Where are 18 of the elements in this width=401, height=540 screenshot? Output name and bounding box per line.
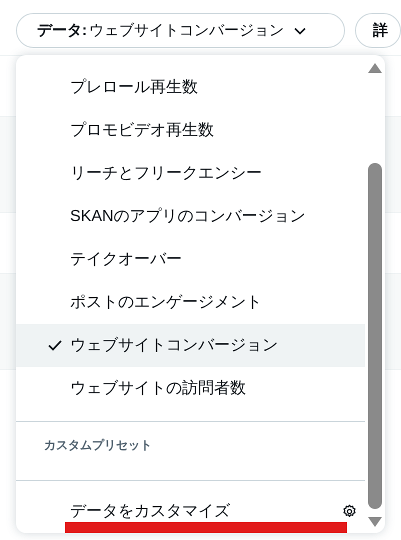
menu-item[interactable]: ウェブサイトコンバージョン <box>16 324 365 367</box>
menu-item[interactable]: プレロール再生数 <box>16 66 365 109</box>
customize-data-item[interactable]: データをカスタマイズ <box>16 501 365 522</box>
scroll-down-icon[interactable] <box>368 517 382 527</box>
checkmark-icon <box>48 340 62 351</box>
settings-icon <box>342 504 357 519</box>
data-dropdown-button[interactable]: データ:ウェブサイトコンバージョン <box>16 13 345 48</box>
details-button[interactable]: 詳 <box>355 13 401 48</box>
menu-item[interactable]: ポストのエンゲージメント <box>16 281 365 324</box>
scrollbar-thumb[interactable] <box>368 163 382 509</box>
menu-item[interactable]: プロモビデオ再生数 <box>16 109 365 152</box>
section-header: カスタムプリセット <box>43 437 153 454</box>
scroll-up-icon[interactable] <box>368 63 382 73</box>
menu-item[interactable]: テイクオーバー <box>16 238 365 281</box>
chevron-down-icon <box>294 26 306 34</box>
menu-item[interactable]: SKANのアプリのコンバージョン <box>16 195 365 238</box>
menu-item[interactable]: リーチとフリークエンシー <box>16 152 365 195</box>
menu-item[interactable]: ウェブサイトの訪問者数 <box>16 367 365 410</box>
